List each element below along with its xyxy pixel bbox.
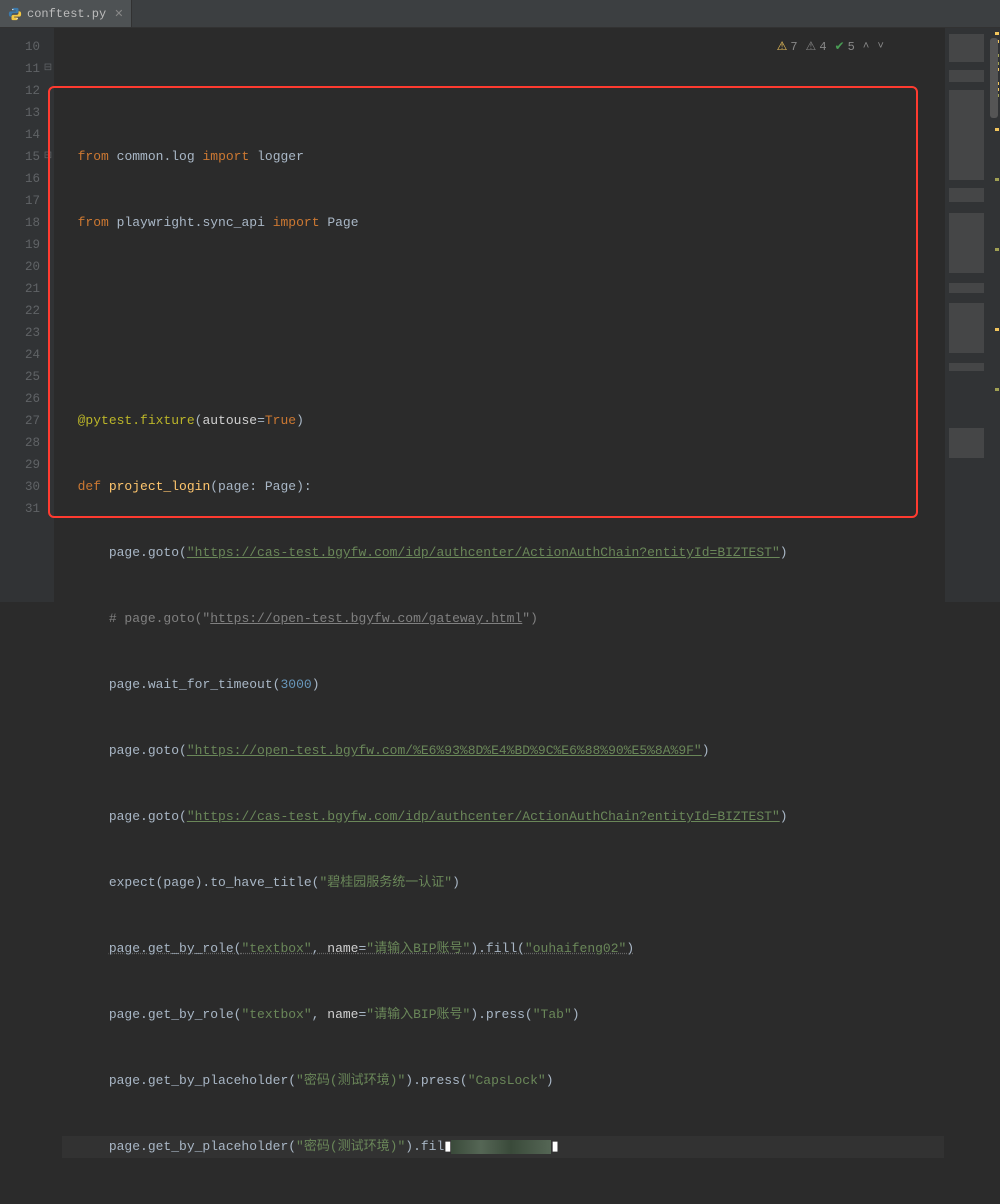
code-line[interactable]: page.get_by_role("textbox", name="请输入BIP… <box>62 938 944 960</box>
code-line[interactable]: page.get_by_role("textbox", name="请输入BIP… <box>62 1004 944 1026</box>
python-file-icon <box>8 7 22 21</box>
chevron-up-icon[interactable]: ˄ <box>863 36 870 58</box>
fold-marker-icon[interactable]: ⊟ <box>42 58 54 80</box>
fold-marker-icon[interactable]: ⊟ <box>42 146 54 168</box>
checkmark-icon: ✔ <box>835 36 845 58</box>
weak-warning-indicator[interactable]: ⚠4 <box>806 36 827 58</box>
code-line[interactable]: @pytest.fixture(autouse=True) <box>62 410 944 432</box>
tab-bar: conftest.py ✕ <box>0 0 1000 28</box>
editor-area: 10 11⊟ 12 13 14 15⊟ 16 17 18 19 20 21 22… <box>0 28 1000 602</box>
weak-warning-icon: ⚠ <box>806 36 817 58</box>
code-line[interactable]: page.goto("https://cas-test.bgyfw.com/id… <box>62 806 944 828</box>
code-line[interactable]: expect(page).to_have_title("碧桂园服务统一认证") <box>62 872 944 894</box>
inspections-widget[interactable]: ⚠7 ⚠4 ✔5 ˄ ˅ <box>777 36 884 58</box>
code-line[interactable] <box>62 344 944 366</box>
code-line[interactable] <box>62 278 944 300</box>
close-icon[interactable]: ✕ <box>114 7 123 21</box>
tab-filename: conftest.py <box>27 7 106 21</box>
vertical-scrollbar[interactable] <box>988 28 1000 602</box>
warning-icon: ⚠ <box>777 36 788 58</box>
chevron-down-icon[interactable]: ˅ <box>877 36 884 58</box>
code-line[interactable]: from common.log import logger <box>62 146 944 168</box>
code-editor[interactable]: ⚠7 ⚠4 ✔5 ˄ ˅ from common.log import logg… <box>54 28 944 602</box>
code-line[interactable]: page.wait_for_timeout(3000) <box>62 674 944 696</box>
code-line[interactable]: page.get_by_placeholder("密码(测试环境)").pres… <box>62 1202 944 1204</box>
code-line[interactable]: page.goto("https://open-test.bgyfw.com/%… <box>62 740 944 762</box>
code-line[interactable]: page.goto("https://cas-test.bgyfw.com/id… <box>62 542 944 564</box>
cursor-icon: ▮ <box>551 1136 558 1158</box>
line-number-gutter: 10 11⊟ 12 13 14 15⊟ 16 17 18 19 20 21 22… <box>0 28 54 602</box>
code-minimap[interactable] <box>944 28 988 602</box>
warning-indicator[interactable]: ⚠7 <box>777 36 798 58</box>
cursor-icon: ▮ <box>444 1136 451 1158</box>
redacted-text <box>451 1140 551 1154</box>
scroll-thumb[interactable] <box>990 38 998 118</box>
file-tab[interactable]: conftest.py ✕ <box>0 0 132 27</box>
code-line[interactable]: from playwright.sync_api import Page <box>62 212 944 234</box>
ok-indicator[interactable]: ✔5 <box>835 36 855 58</box>
code-line[interactable]: def project_login(page: Page): <box>62 476 944 498</box>
code-line[interactable]: # page.goto("https://open-test.bgyfw.com… <box>62 608 944 630</box>
code-line[interactable]: page.get_by_placeholder("密码(测试环境)").fil▮… <box>62 1136 944 1158</box>
code-line[interactable]: page.get_by_placeholder("密码(测试环境)").pres… <box>62 1070 944 1092</box>
